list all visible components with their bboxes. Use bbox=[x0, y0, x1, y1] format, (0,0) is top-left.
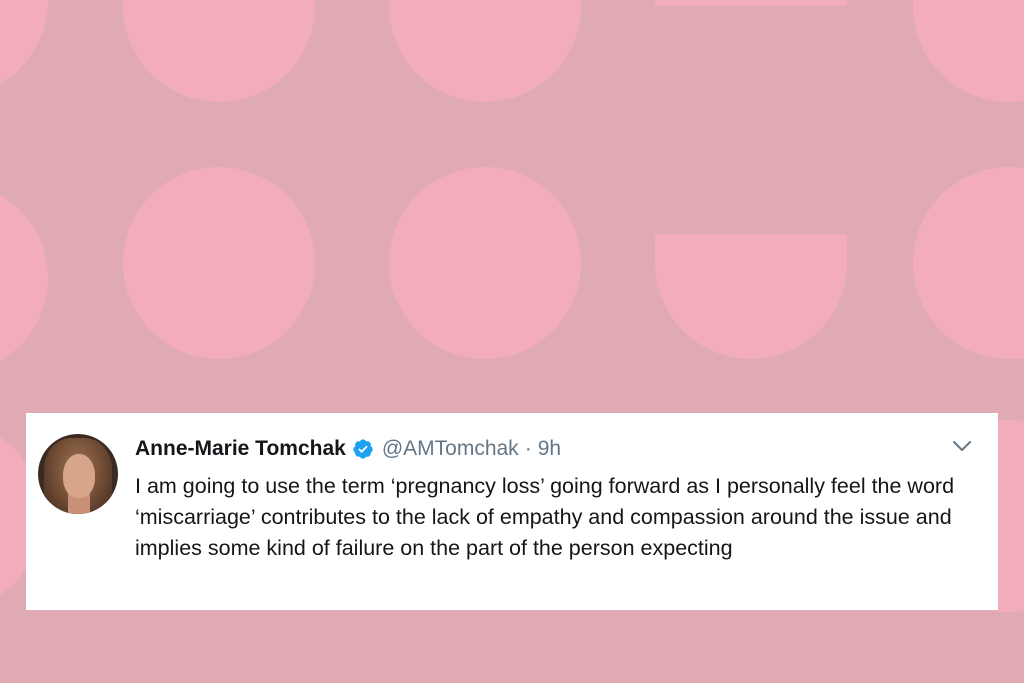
avatar-face bbox=[63, 454, 95, 498]
tweet-header: Anne-Marie Tomchak @AMTomchak · 9h bbox=[135, 435, 561, 463]
pattern-half-circle bbox=[655, 234, 847, 359]
pattern-bar bbox=[0, 182, 48, 278]
tweet-card[interactable]: Anne-Marie Tomchak @AMTomchak · 9h I am … bbox=[26, 413, 998, 610]
verified-badge-icon bbox=[353, 439, 373, 459]
pattern-bar bbox=[655, 0, 847, 6]
tweet-timestamp[interactable]: 9h bbox=[538, 437, 561, 461]
pattern-circle bbox=[389, 167, 581, 359]
pattern-circle bbox=[913, 0, 1024, 102]
pattern-circle bbox=[0, 0, 48, 97]
pattern-circle bbox=[123, 167, 315, 359]
separator-dot: · bbox=[524, 437, 532, 460]
avatar[interactable] bbox=[38, 434, 118, 514]
display-name[interactable]: Anne-Marie Tomchak bbox=[135, 437, 346, 461]
pattern-circle bbox=[123, 0, 315, 102]
tweet-text: I am going to use the term ‘pregnancy lo… bbox=[135, 474, 955, 560]
pattern-circle bbox=[913, 167, 1024, 359]
user-handle[interactable]: @AMTomchak bbox=[382, 437, 519, 461]
pattern-circle bbox=[389, 0, 581, 102]
chevron-down-icon[interactable] bbox=[952, 439, 972, 453]
